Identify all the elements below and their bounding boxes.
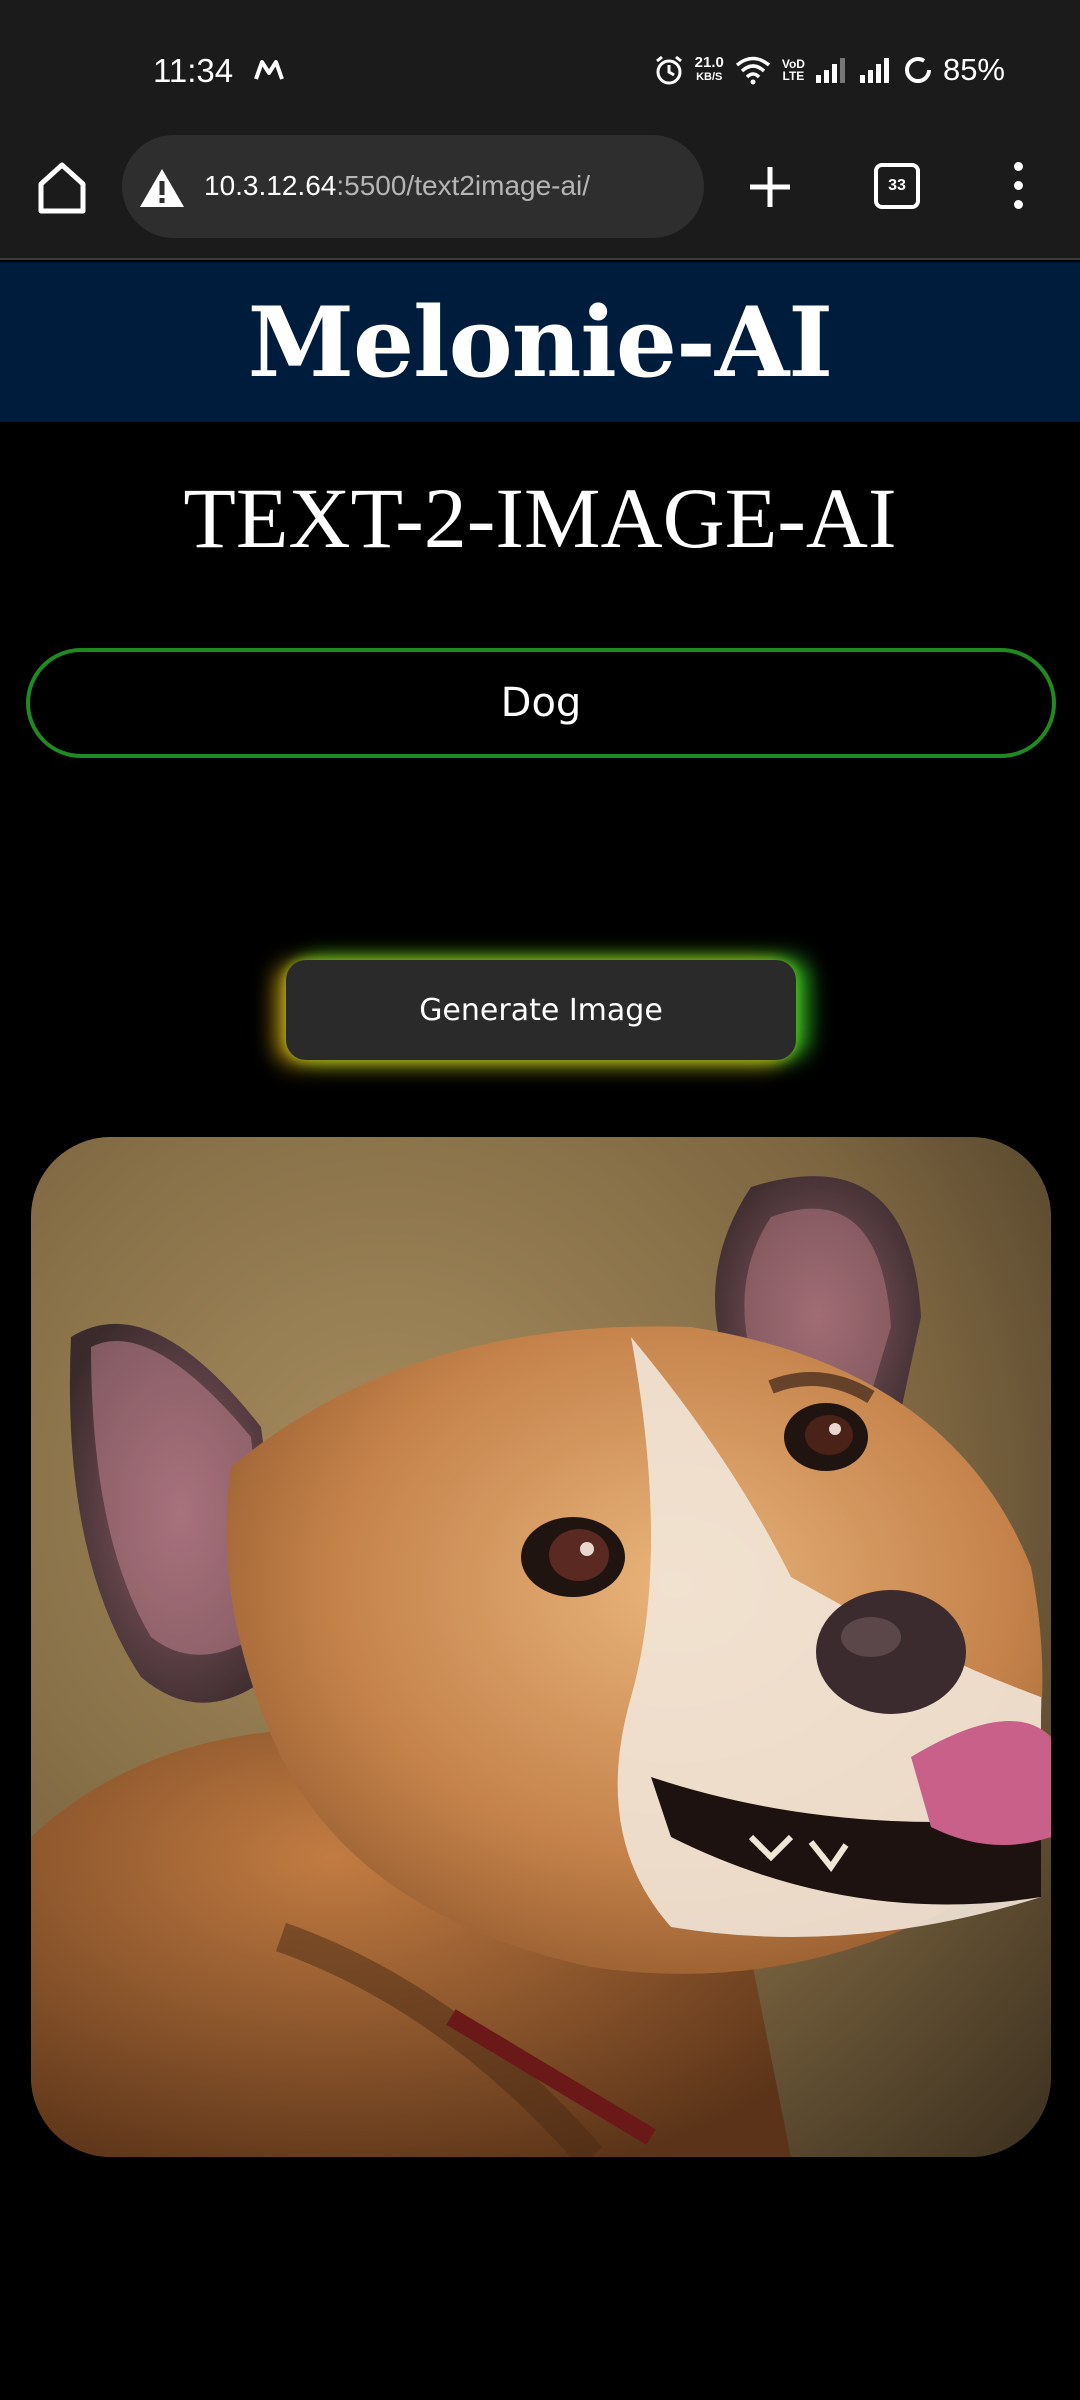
status-bar: 11:34 21.0 KB/S VoD LTE 85% — [0, 0, 1080, 130]
url-text[interactable]: 10.3.12.64:5500/text2image-ai/ — [204, 170, 590, 202]
generate-image-button[interactable]: Generate Image — [286, 960, 796, 1060]
page-heading: TEXT-2-IMAGE-AI — [183, 470, 897, 566]
status-time: 11:34 — [153, 52, 234, 89]
battery-ring-icon — [904, 57, 931, 83]
more-vert-icon[interactable] — [1006, 162, 1030, 214]
alarm-icon — [655, 55, 682, 85]
site-title: Melonie-AI — [247, 285, 833, 399]
prompt-input[interactable] — [26, 648, 1056, 758]
tabs-icon[interactable]: 33 — [874, 163, 920, 209]
network-speed: 21.0 KB/S — [694, 54, 724, 83]
signal-sim1-icon — [815, 58, 845, 83]
notification-m-icon — [254, 60, 284, 80]
site-header: Melonie-AI — [0, 262, 1080, 422]
plus-icon[interactable] — [746, 163, 794, 211]
warning-icon[interactable] — [138, 167, 186, 209]
volte-indicator: VoD LTE — [781, 57, 805, 83]
wifi-icon — [735, 56, 770, 85]
address-bar[interactable]: 10.3.12.64:5500/text2image-ai/ — [122, 135, 704, 238]
battery-percent: 85% — [942, 52, 1005, 87]
browser-toolbar: 10.3.12.64:5500/text2image-ai/ 33 — [0, 130, 1080, 260]
home-icon[interactable] — [36, 160, 88, 216]
signal-sim2-icon — [859, 58, 889, 83]
status-icons: 21.0 KB/S VoD LTE 85% — [653, 48, 1005, 92]
tab-count: 33 — [888, 177, 906, 194]
generated-image — [31, 1137, 1051, 2157]
